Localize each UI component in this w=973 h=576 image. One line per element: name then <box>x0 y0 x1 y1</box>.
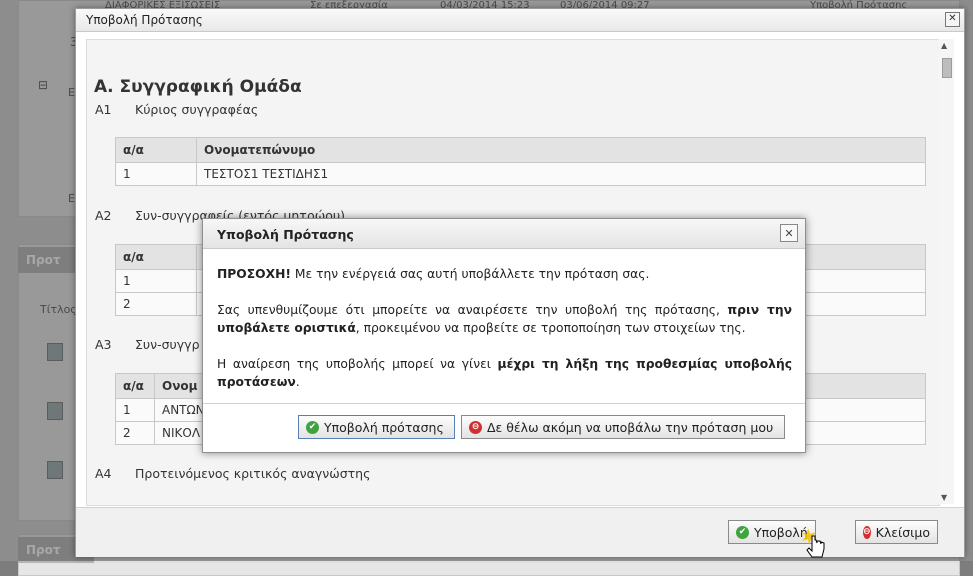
table-cell: 2 <box>115 292 197 316</box>
warning-text: Με την ενέργειά σας αυτή υποβάλλετε την … <box>291 267 650 281</box>
table-cell: 1 <box>115 162 197 186</box>
scroll-up-icon[interactable]: ▲ <box>941 41 947 50</box>
close-button-label: Κλείσιμο <box>875 524 930 540</box>
deadline-paragraph: Η αναίρεση της υποβολής μπορεί να γίνει … <box>217 355 792 391</box>
check-circle-icon: ✔ <box>306 420 319 434</box>
section-title: Α. Συγγραφική Ομάδα <box>94 77 302 97</box>
table-cell: 2 <box>115 421 155 445</box>
a3-label: Συν-συγγρ <box>135 337 200 352</box>
vertical-scrollbar[interactable]: ▲ ▼ <box>938 39 954 504</box>
table-cell: 1 <box>115 398 155 422</box>
confirm-submit-button[interactable]: ✔ Υποβολή πρότασης <box>298 415 455 439</box>
dialog-title: Υποβολή Πρότασης <box>86 13 203 27</box>
close-icon[interactable]: ✕ <box>780 224 798 242</box>
table-header-row: α/α Ονοματεπώνυμο <box>115 137 926 163</box>
divider <box>203 403 805 404</box>
no-entry-icon: ⊖ <box>863 525 871 539</box>
table-cell: 1 <box>115 269 197 293</box>
table-row: 1 ΤΕΣΤΟΣ1 ΤΕΣΤΙΔΗΣ1 <box>115 162 926 186</box>
column-header: α/α <box>115 137 197 163</box>
a3-number: Α3 <box>95 337 112 352</box>
confirm-title: Υποβολή Πρότασης <box>217 227 354 242</box>
check-circle-icon: ✔ <box>736 525 749 539</box>
a4-number: Α4 <box>95 466 112 481</box>
reminder-text: Σας υπενθυμίζουμε ότι μπορείτε να αναιρέ… <box>217 303 728 317</box>
column-header: Ονοματεπώνυμο <box>196 137 926 163</box>
dialog-titlebar: Υποβολή Πρότασης ✕ <box>76 9 964 32</box>
column-header: α/α <box>115 373 155 399</box>
close-icon[interactable]: ✕ <box>945 12 960 27</box>
table-cell: ΤΕΣΤΟΣ1 ΤΕΣΤΙΔΗΣ1 <box>196 162 926 186</box>
column-header: α/α <box>115 244 197 270</box>
no-entry-icon: ⊖ <box>469 420 482 434</box>
close-button[interactable]: ⊖ Κλείσιμο <box>855 520 938 544</box>
main-author-table: α/α Ονοματεπώνυμο 1 ΤΕΣΤΟΣ1 ΤΕΣΤΙΔΗΣ1 <box>115 137 926 186</box>
warning-paragraph: ΠΡΟΣΟΧΗ! Με την ενέργειά σας αυτή υποβάλ… <box>217 265 792 283</box>
confirm-submit-dialog: Υποβολή Πρότασης ✕ ΠΡΟΣΟΧΗ! Με την ενέργ… <box>202 218 806 453</box>
hand-pointer-icon <box>801 528 825 558</box>
warning-label: ΠΡΟΣΟΧΗ! <box>217 267 291 281</box>
cancel-submit-button[interactable]: ⊖ Δε θέλω ακόμη να υποβάλω την πρόταση μ… <box>461 415 785 439</box>
reminder-text-end: , προκειμένου να προβείτε σε τροποποίηση… <box>355 321 746 335</box>
a2-number: Α2 <box>95 208 112 223</box>
deadline-text: Η αναίρεση της υποβολής μπορεί να γίνει <box>217 357 498 371</box>
dialog-footer: ✔ Υποβολή ⊖ Κλείσιμο <box>76 507 964 557</box>
cancel-submit-label: Δε θέλω ακόμη να υποβάλω την πρόταση μου <box>487 419 774 435</box>
scroll-down-icon[interactable]: ▼ <box>941 493 947 502</box>
deadline-text-end: . <box>295 375 300 389</box>
confirm-submit-label: Υποβολή πρότασης <box>324 419 444 435</box>
reminder-paragraph: Σας υπενθυμίζουμε ότι μπορείτε να αναιρέ… <box>217 301 792 337</box>
a1-number: Α1 <box>95 102 112 117</box>
a1-label: Κύριος συγγραφέας <box>135 102 259 117</box>
a4-label: Προτεινόμενος κριτικός αναγνώστης <box>135 466 371 481</box>
confirm-titlebar: Υποβολή Πρότασης ✕ <box>203 219 805 249</box>
confirm-message: ΠΡΟΣΟΧΗ! Με την ενέργειά σας αυτή υποβάλ… <box>217 265 792 409</box>
scrollbar-thumb[interactable] <box>942 58 952 78</box>
